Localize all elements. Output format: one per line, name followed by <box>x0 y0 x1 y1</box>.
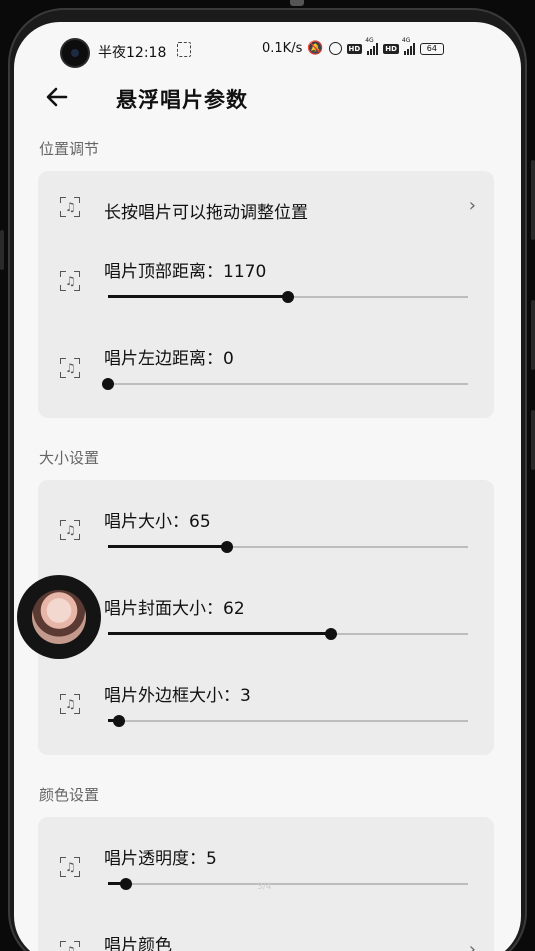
music-frame-icon: ♫ <box>60 520 80 540</box>
section-title-size: 大小设置 <box>39 449 100 467</box>
music-frame-icon: ♫ <box>60 941 80 951</box>
hd-badge-1: HD <box>346 43 363 54</box>
volume-button <box>531 160 535 240</box>
power-button <box>531 300 535 370</box>
row-label: 唱片封面大小：62 <box>104 599 245 619</box>
chevron-right-icon: › <box>468 939 476 951</box>
row-label: 唱片顶部距离：1170 <box>104 262 267 282</box>
music-frame-icon: ♫ <box>60 857 80 877</box>
page-indicator: 3/4 <box>257 882 272 892</box>
section-title-color: 颜色设置 <box>39 786 100 804</box>
status-bar: 半夜12:18 0.1K/s 🔕 HD 4G HD 4G 64 <box>14 22 521 76</box>
row-label: 唱片颜色 <box>104 936 172 951</box>
section-title-position: 位置调节 <box>39 140 100 158</box>
music-frame-icon: ♫ <box>60 197 80 217</box>
status-right: 0.1K/s 🔕 HD 4G HD 4G 64 <box>262 37 444 56</box>
front-camera <box>62 40 88 66</box>
status-time: 半夜12:18 <box>98 45 167 61</box>
signal-icon-2: 4G <box>402 37 415 55</box>
card-position: ♫ 长按唱片可以拖动调整位置 › ♫ 唱片顶部距离：1170 ♫ 唱片左边距离：… <box>38 171 494 418</box>
slider-disc-size[interactable] <box>108 541 468 553</box>
row-disc-color[interactable]: ♫ 唱片颜色 › <box>38 917 494 951</box>
row-label: 唱片透明度：5 <box>104 849 217 869</box>
row-label: 唱片外边框大小：3 <box>104 686 251 706</box>
music-frame-icon: ♫ <box>60 358 80 378</box>
slider-knob[interactable] <box>112 715 125 727</box>
slider-knob[interactable] <box>220 541 233 553</box>
battery-icon: 64 <box>419 42 444 55</box>
floating-disc[interactable] <box>17 575 101 659</box>
side-button <box>531 410 535 470</box>
card-size: ♫ 唱片大小：65 唱片封面大小：62 ♫ 唱片外边框大小：3 <box>38 480 494 755</box>
top-speaker <box>290 0 304 6</box>
row-label: 长按唱片可以拖动调整位置 <box>104 203 308 223</box>
bell-off-icon: 🔕 <box>307 41 324 56</box>
slider-knob[interactable] <box>102 378 114 390</box>
music-frame-icon: ♫ <box>60 271 80 291</box>
slider-cover-size[interactable] <box>108 628 468 640</box>
back-arrow-icon[interactable] <box>44 84 70 110</box>
slider-opacity[interactable] <box>108 878 468 890</box>
row-label: 唱片左边距离：0 <box>104 349 234 369</box>
disc-cover-image <box>32 590 86 644</box>
slider-knob[interactable] <box>325 628 338 640</box>
net-speed: 0.1K/s <box>262 41 303 56</box>
chevron-right-icon: › <box>468 195 476 216</box>
slider-knob[interactable] <box>282 291 294 303</box>
left-side-button <box>0 230 4 270</box>
slider-border-size[interactable] <box>108 715 468 727</box>
hd-badge-2: HD <box>383 43 399 54</box>
slider-knob[interactable] <box>120 878 132 890</box>
slider-left-distance[interactable] <box>102 378 468 390</box>
screen: 半夜12:18 0.1K/s 🔕 HD 4G HD 4G 64 悬浮唱片参数 位… <box>14 22 521 951</box>
phone-frame: 半夜12:18 0.1K/s 🔕 HD 4G HD 4G 64 悬浮唱片参数 位… <box>0 0 535 951</box>
music-frame-icon: ♫ <box>60 694 80 714</box>
signal-icon-1: 4G <box>365 37 379 55</box>
row-label: 唱片大小：65 <box>104 512 211 532</box>
row-drag-position[interactable]: ♫ 长按唱片可以拖动调整位置 › <box>38 171 494 241</box>
alarm-icon <box>328 42 342 55</box>
page-title: 悬浮唱片参数 <box>116 88 248 112</box>
screenshot-icon <box>177 42 191 57</box>
slider-top-distance[interactable] <box>108 291 468 303</box>
